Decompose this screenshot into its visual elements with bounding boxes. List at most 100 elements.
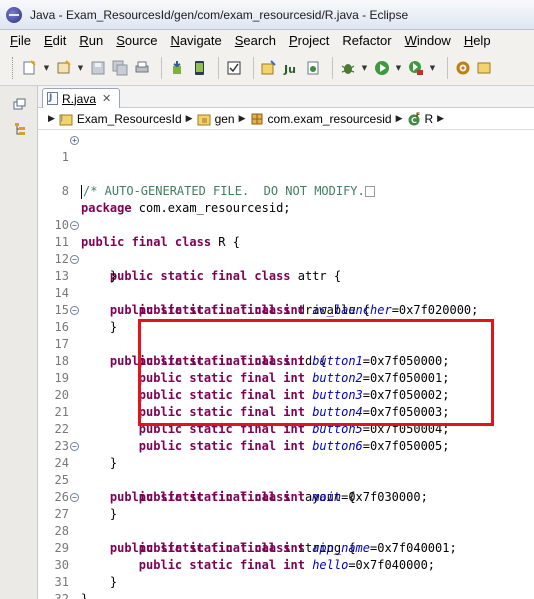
external-tools-dropdown-icon[interactable]: ▼	[429, 64, 436, 72]
code-line: 12 }	[38, 234, 534, 283]
code-line: 21 public static final int button5=0x7f0…	[38, 387, 534, 436]
new-package-dropdown-icon[interactable]: ▼	[77, 64, 84, 72]
text-cursor	[81, 184, 82, 199]
svg-text:Ju: Ju	[283, 63, 296, 76]
code-line: 20 public static final int button4=0x7f0…	[38, 370, 534, 419]
code-line: 27 − public static final class string {	[38, 489, 534, 555]
code-line: 26 }	[38, 472, 534, 521]
new-java-project-icon[interactable]	[454, 59, 472, 77]
breadcrumb: ▶ J Exam_ResourcesId ▶ gen ▶ com.exam_re…	[38, 108, 534, 130]
close-icon[interactable]: ✕	[102, 92, 111, 105]
collapse-fold-icon[interactable]: −	[70, 221, 79, 230]
chevron-right-icon[interactable]: ▶	[437, 114, 444, 124]
toolbar-separator	[218, 56, 219, 79]
line-number: 8	[61, 184, 69, 198]
new-class-icon[interactable]	[304, 59, 322, 77]
svg-text:J: J	[60, 115, 63, 122]
code-line: 1 + /* AUTO-GENERATED FILE. DO NOT MODIF…	[38, 132, 534, 199]
comment-text: /* AUTO-GENERATED FILE. DO NOT MODIFY.	[83, 184, 365, 198]
code-line: 8 package com.exam_resourcesid;	[38, 166, 534, 215]
package-icon	[250, 112, 264, 126]
code-line: 28 public static final int app_name=0x7f…	[38, 506, 534, 555]
breadcrumb-folder[interactable]: gen	[197, 112, 235, 126]
main-toolbar: ▼ ▼ Ju ▼ ▼ ▼	[0, 50, 534, 86]
code-line: 13 − public static final class drawable …	[38, 251, 534, 317]
code-line: 18 public static final int button2=0x7f0…	[38, 336, 534, 385]
android-avd-icon[interactable]	[190, 59, 208, 77]
svg-text:F: F	[416, 112, 420, 119]
code-line: 31 }	[38, 557, 534, 599]
open-task-icon[interactable]	[476, 59, 494, 77]
new-dropdown-icon[interactable]: ▼	[43, 64, 50, 72]
package-explorer-icon[interactable]	[13, 122, 27, 136]
menu-bar: File Edit Run Source Navigate Search Pro…	[0, 30, 534, 50]
line-number: 32	[54, 592, 69, 599]
code-line: 22 public static final int button6=0x7f0…	[38, 404, 534, 453]
editor-tab-bar: J R.java ✕	[38, 86, 534, 108]
toolbar-separator	[447, 56, 448, 79]
breadcrumb-project[interactable]: J Exam_ResourcesId	[59, 112, 182, 126]
code-line: 24 − public static final class layout {	[38, 438, 534, 504]
toolbar-grip[interactable]	[12, 56, 15, 79]
debug-dropdown-icon[interactable]: ▼	[361, 64, 368, 72]
window-title: Java - Exam_ResourcesId/gen/com/exam_res…	[30, 7, 409, 22]
new-package-icon[interactable]	[55, 59, 73, 77]
menu-help[interactable]: Help	[464, 33, 491, 48]
menu-run[interactable]: Run	[79, 33, 103, 48]
source-folder-icon	[197, 112, 211, 126]
breadcrumb-package[interactable]: com.exam_resourcesid	[250, 112, 392, 126]
new-icon[interactable]	[21, 59, 39, 77]
debug-icon[interactable]	[339, 59, 357, 77]
menu-refactor[interactable]: Refactor	[342, 33, 391, 48]
toolbar-separator	[161, 56, 162, 79]
code-editor[interactable]: 1 + /* AUTO-GENERATED FILE. DO NOT MODIF…	[38, 130, 534, 599]
menu-navigate[interactable]: Navigate	[170, 33, 221, 48]
new-junit-icon[interactable]: Ju	[282, 59, 300, 77]
save-icon[interactable]	[89, 59, 107, 77]
project-folder-icon: J	[59, 112, 73, 126]
collapse-fold-icon[interactable]: −	[70, 255, 79, 264]
code-line: 19 public static final int button3=0x7f0…	[38, 353, 534, 402]
run-dropdown-icon[interactable]: ▼	[395, 64, 402, 72]
menu-window[interactable]: Window	[405, 33, 451, 48]
menu-edit[interactable]: Edit	[44, 33, 66, 48]
chevron-right-icon[interactable]: ▶	[239, 114, 246, 124]
menu-file[interactable]: File	[10, 33, 31, 48]
code-line: 10 public final class R {	[38, 200, 534, 249]
restore-view-icon[interactable]	[13, 98, 27, 112]
run-icon[interactable]	[373, 59, 391, 77]
open-type-icon[interactable]	[260, 59, 278, 77]
java-file-icon: J	[47, 92, 58, 105]
toggle-mark-icon[interactable]	[225, 59, 243, 77]
code-line: 30 }	[38, 540, 534, 589]
print-icon[interactable]	[133, 59, 151, 77]
breadcrumb-class[interactable]: CF R	[407, 112, 433, 126]
save-all-icon[interactable]	[111, 59, 129, 77]
chevron-right-icon[interactable]: ▶	[186, 114, 193, 124]
toolbar-separator	[332, 56, 333, 79]
code-line: 11 − public static final class attr {	[38, 217, 534, 283]
eclipse-icon	[6, 6, 22, 23]
toolbar-separator	[253, 56, 254, 79]
code-line: 23 }	[38, 421, 534, 470]
menu-search[interactable]: Search	[235, 33, 276, 48]
chevron-right-icon[interactable]: ▶	[396, 114, 403, 124]
left-trim-strip	[0, 86, 38, 599]
code-line: 14 public static final int ic_launcher=0…	[38, 268, 534, 317]
collapse-fold-icon[interactable]: −	[70, 442, 79, 451]
tab-r-java[interactable]: J R.java ✕	[42, 88, 120, 108]
line-number: 1	[61, 150, 69, 164]
code-line: 29 public static final int hello=0x7f040…	[38, 523, 534, 572]
window-titlebar: Java - Exam_ResourcesId/gen/com/exam_res…	[0, 0, 534, 30]
class-icon: CF	[407, 112, 421, 126]
collapse-fold-icon[interactable]: −	[70, 493, 79, 502]
menu-source[interactable]: Source	[116, 33, 157, 48]
collapse-fold-icon[interactable]: −	[70, 306, 79, 315]
chevron-right-icon[interactable]: ▶	[48, 114, 55, 124]
brace: }	[81, 592, 89, 599]
android-sdk-icon[interactable]	[168, 59, 186, 77]
external-tools-icon[interactable]	[407, 59, 425, 77]
expand-fold-icon[interactable]: +	[70, 136, 79, 145]
folded-comment-icon[interactable]	[364, 186, 375, 197]
menu-project[interactable]: Project	[289, 33, 329, 48]
